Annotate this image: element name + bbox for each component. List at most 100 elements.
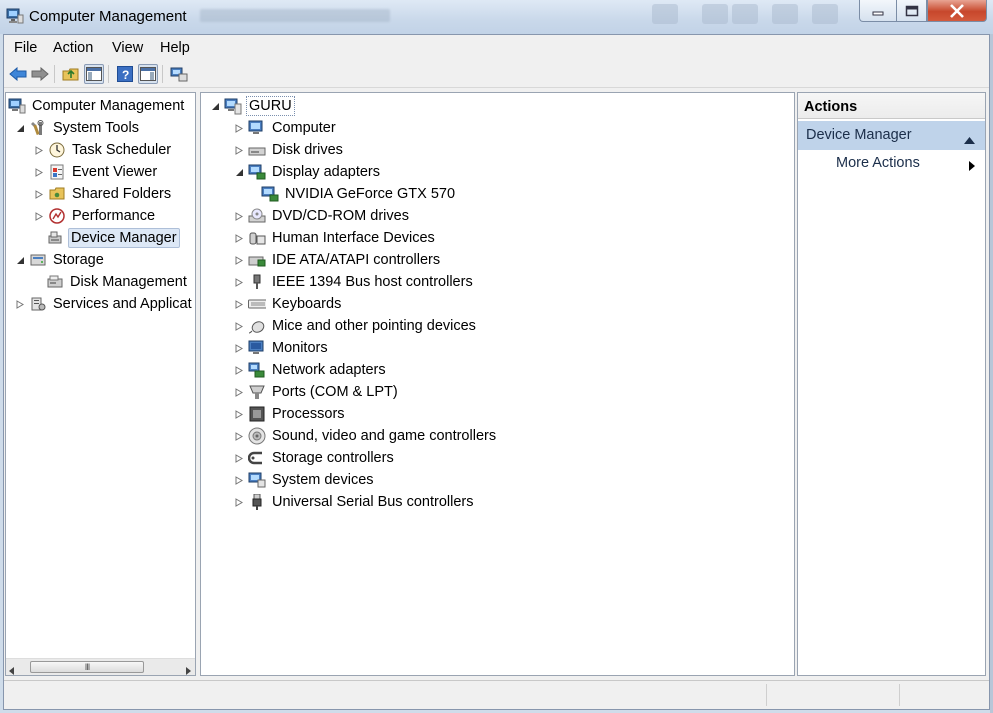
expand-triangle-icon[interactable] [234,431,244,441]
maximize-icon [905,5,918,16]
expand-triangle-icon[interactable] [234,321,244,331]
usb-icon [248,493,266,511]
expand-triangle-icon[interactable] [234,475,244,485]
expand-triangle-icon[interactable] [234,343,244,353]
device-category-keyboards[interactable]: Keyboards [234,293,343,315]
expand-triangle-icon[interactable] [34,211,44,221]
menu-file[interactable]: File [14,40,37,56]
collapse-triangle-icon[interactable] [15,255,25,265]
scrollbar-thumb[interactable]: III [30,661,144,673]
disk-management-icon [46,273,64,291]
device-category-mice[interactable]: Mice and other pointing devices [234,315,478,337]
tree-item-storage[interactable]: Storage [15,249,106,271]
scroll-right-icon[interactable] [185,663,191,675]
expand-triangle-icon[interactable] [234,211,244,221]
tree-item-event-viewer[interactable]: Event Viewer [34,161,159,183]
device-category-label: DVD/CD-ROM drives [272,208,409,224]
expand-triangle-icon[interactable] [234,497,244,507]
actions-header: Actions [798,93,985,119]
menu-view[interactable]: View [112,40,143,56]
collapse-triangle-icon[interactable] [234,167,244,177]
device-category-usb[interactable]: Universal Serial Bus controllers [234,491,475,513]
show-hide-action-pane-icon[interactable] [138,64,158,84]
actions-pane: Actions Device Manager More Actions [797,92,986,676]
main-window: File Action View Help ? Computer Managem… [3,34,990,710]
menu-help[interactable]: Help [160,40,190,56]
expand-triangle-icon[interactable] [34,167,44,177]
tree-item-label: Event Viewer [72,164,158,180]
expand-triangle-icon[interactable] [234,233,244,243]
tree-item-system-tools[interactable]: System Tools [15,117,141,139]
collapse-triangle-icon[interactable] [210,101,220,111]
device-category-display-adapters[interactable]: Display adapters [234,161,382,183]
device-category-sound[interactable]: Sound, video and game controllers [234,425,498,447]
computer-icon [224,97,242,115]
performance-icon [48,207,66,225]
device-manager-icon [46,229,64,247]
horizontal-scrollbar[interactable]: III [6,658,195,675]
device-category-human-interface[interactable]: Human Interface Devices [234,227,437,249]
device-category-ieee-1394[interactable]: IEEE 1394 Bus host controllers [234,271,475,293]
device-category-ports[interactable]: Ports (COM & LPT) [234,381,400,403]
properties-icon[interactable] [169,64,189,84]
device-category-computer[interactable]: Computer [234,117,338,139]
expand-triangle-icon[interactable] [234,277,244,287]
expand-triangle-icon[interactable] [234,123,244,133]
expand-triangle-icon[interactable] [234,409,244,419]
up-folder-icon[interactable] [61,64,81,84]
expand-triangle-icon[interactable] [234,453,244,463]
expand-triangle-icon[interactable] [15,299,25,309]
computer-icon [248,119,266,137]
show-hide-console-tree-icon[interactable] [84,64,104,84]
actions-section-device-manager[interactable]: Device Manager [798,121,985,150]
menu-action[interactable]: Action [53,40,93,56]
expand-triangle-icon[interactable] [234,387,244,397]
close-button[interactable] [927,0,987,22]
expand-triangle-icon[interactable] [234,299,244,309]
expand-triangle-icon[interactable] [234,145,244,155]
device-nvidia-geforce-gtx-570[interactable]: NVIDIA GeForce GTX 570 [261,183,457,205]
blurred-control [652,4,678,24]
tree-item-disk-management[interactable]: Disk Management [46,271,189,293]
device-category-dvd-cdrom[interactable]: DVD/CD-ROM drives [234,205,411,227]
device-category-label: System devices [272,472,374,488]
device-category-monitors[interactable]: Monitors [234,337,330,359]
console-tree-pane: Computer Management System Tools Task Sc… [5,92,196,676]
tree-item-performance[interactable]: Performance [34,205,157,227]
device-tree-pane: GURU Computer Disk drives Display adapte… [200,92,795,676]
collapse-up-icon[interactable] [964,132,975,148]
expand-triangle-icon[interactable] [234,365,244,375]
tree-root-computer-management[interactable]: Computer Management [8,95,186,117]
more-actions-item[interactable]: More Actions [836,155,920,171]
expand-triangle-icon[interactable] [234,255,244,265]
back-arrow-icon[interactable] [8,64,28,84]
device-category-system-devices[interactable]: System devices [234,469,376,491]
tree-item-services-applications[interactable]: Services and Applicat [15,293,194,315]
firewire-icon [248,273,266,291]
expand-triangle-icon[interactable] [34,145,44,155]
minimize-button[interactable] [859,0,897,22]
device-category-network-adapters[interactable]: Network adapters [234,359,388,381]
submenu-arrow-icon[interactable] [969,159,975,175]
tree-item-task-scheduler[interactable]: Task Scheduler [34,139,173,161]
title-blur [200,9,390,22]
forward-arrow-icon[interactable] [30,64,50,84]
device-category-processors[interactable]: Processors [234,403,347,425]
tree-item-shared-folders[interactable]: Shared Folders [34,183,173,205]
scroll-left-icon[interactable] [9,663,15,675]
tree-item-device-manager[interactable]: Device Manager [46,227,180,249]
device-category-disk-drives[interactable]: Disk drives [234,139,345,161]
maximize-button[interactable] [896,0,927,22]
device-root-guru[interactable]: GURU [210,95,295,117]
dvd-drive-icon [248,207,266,225]
expand-triangle-icon[interactable] [34,189,44,199]
device-category-ide-ata[interactable]: IDE ATA/ATAPI controllers [234,249,442,271]
device-category-label: Display adapters [272,164,380,180]
tree-item-label: Storage [53,252,104,268]
tree-item-label: Services and Applicat [53,296,192,312]
device-category-storage-controllers[interactable]: Storage controllers [234,447,396,469]
device-category-label: Monitors [272,340,328,356]
collapse-triangle-icon[interactable] [15,123,25,133]
display-adapter-icon [261,185,279,203]
help-icon[interactable]: ? [115,64,135,84]
